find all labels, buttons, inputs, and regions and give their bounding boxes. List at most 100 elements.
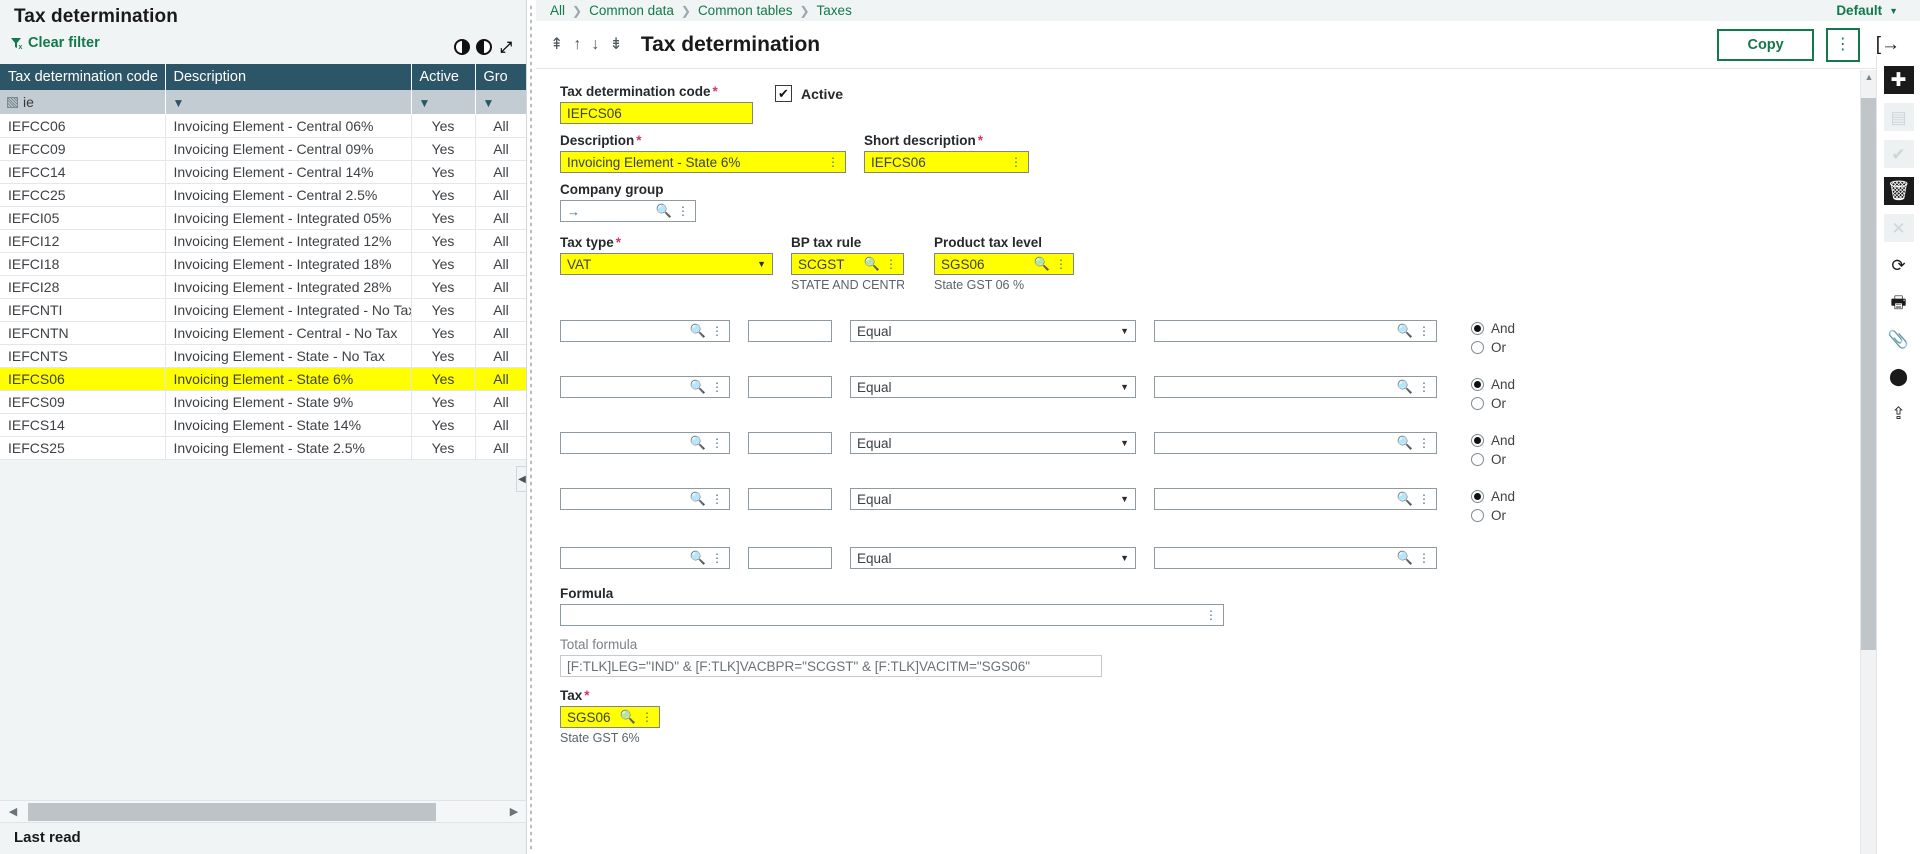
search-icon[interactable]: 🔍	[1397, 550, 1413, 566]
kebab-icon[interactable]: ⋮	[711, 325, 723, 337]
hscroll-track[interactable]	[26, 802, 501, 821]
column-header-group[interactable]: Gro	[475, 64, 526, 90]
search-icon[interactable]: 🔍	[1397, 323, 1413, 339]
table-row[interactable]: IEFCS14 Invoicing Element - State 14% Yes A…	[0, 413, 526, 437]
scroll-up-arrow[interactable]: ▲	[1861, 72, 1877, 82]
condition-value-input[interactable]: 🔍 ⋮	[1154, 488, 1437, 510]
table-row[interactable]: IEFCC14 Invoicing Element - Central 14% Ye…	[0, 160, 526, 184]
kebab-icon[interactable]: ⋮	[711, 381, 723, 393]
table-row[interactable]: IEFCNTN Invoicing Element - Central - No …	[0, 321, 526, 345]
condition-value-input[interactable]: 🔍 ⋮	[1154, 432, 1437, 454]
chevron-down-icon[interactable]: ▼	[1120, 553, 1129, 563]
next-record-icon[interactable]	[475, 39, 492, 55]
product-tax-level-input[interactable]: SGS06 🔍 ⋮	[934, 253, 1074, 275]
previous-record-icon[interactable]: ↑	[573, 36, 581, 53]
breadcrumb-item-common-tables[interactable]: Common tables	[698, 3, 793, 18]
kebab-icon[interactable]: ⋮	[1010, 156, 1022, 168]
kebab-icon[interactable]: ⋮	[1205, 609, 1217, 621]
comment-icon[interactable]: ⬤	[1884, 362, 1914, 390]
condition-field-input[interactable]: 🔍 ⋮	[560, 320, 730, 342]
export-icon[interactable]: ⇪	[1884, 399, 1914, 427]
radio-or-icon[interactable]	[1471, 397, 1484, 410]
form-vertical-scrollbar[interactable]: ▲	[1860, 70, 1877, 854]
logic-option-and[interactable]: And	[1471, 433, 1515, 448]
clear-filter-button[interactable]: x Clear filter	[10, 36, 100, 51]
table-row[interactable]: IEFCNTI Invoicing Element - Integrated - …	[0, 298, 526, 322]
condition-field-input[interactable]: 🔍 ⋮	[560, 547, 730, 569]
breadcrumb-item-common-data[interactable]: Common data	[589, 3, 674, 18]
logic-option-and[interactable]: And	[1471, 489, 1515, 504]
expand-panel-icon[interactable]: ⤢	[500, 40, 512, 55]
attach-icon[interactable]: 📎	[1884, 325, 1914, 353]
search-icon[interactable]: 🔍	[690, 379, 706, 395]
kebab-icon[interactable]: ⋮	[641, 711, 653, 723]
table-row[interactable]: IEFCC25 Invoicing Element - Central 2.5% Y…	[0, 183, 526, 207]
view-selector[interactable]: Default ▼	[1836, 3, 1898, 18]
kebab-icon[interactable]: ⋮	[1418, 381, 1430, 393]
search-icon[interactable]: 🔍	[864, 256, 880, 272]
table-row[interactable]: IEFCI18 Invoicing Element - Integrated 18…	[0, 252, 526, 276]
active-checkbox[interactable]: ✔	[775, 85, 792, 102]
table-row[interactable]: IEFCS25 Invoicing Element - State 2.5% Yes…	[0, 436, 526, 460]
filter-cell-group[interactable]: ▼	[475, 90, 526, 115]
kebab-icon[interactable]: ⋮	[1055, 258, 1067, 270]
kebab-icon[interactable]: ⋮	[885, 258, 897, 270]
search-icon[interactable]: 🔍	[690, 323, 706, 339]
bp-tax-rule-input[interactable]: SCGST 🔍 ⋮	[791, 253, 904, 275]
condition-operand-input[interactable]	[748, 432, 832, 454]
kebab-icon[interactable]: ⋮	[1418, 437, 1430, 449]
chevron-down-icon[interactable]: ▼	[1120, 326, 1129, 336]
logic-option-and[interactable]: And	[1471, 321, 1515, 336]
copy-button[interactable]: Copy	[1717, 28, 1814, 61]
chevron-down-icon[interactable]: ▼	[757, 259, 766, 269]
panel-splitter[interactable]	[527, 0, 536, 854]
new-icon[interactable]: ✚	[1883, 66, 1914, 94]
radio-or-icon[interactable]	[1471, 341, 1484, 354]
table-row[interactable]: IEFCI12 Invoicing Element - Integrated 12…	[0, 229, 526, 253]
table-row[interactable]: IEFCS06 Invoicing Element - State 6% Yes Al…	[0, 367, 526, 391]
breadcrumb-item-all[interactable]: All	[550, 3, 565, 18]
search-icon[interactable]: 🔍	[1034, 256, 1050, 272]
filter-cell-code[interactable]: ie	[0, 90, 166, 115]
condition-value-input[interactable]: 🔍 ⋮	[1154, 547, 1437, 569]
kebab-icon[interactable]: ⋮	[711, 552, 723, 564]
search-icon[interactable]: 🔍	[1397, 379, 1413, 395]
logic-option-or[interactable]: Or	[1471, 340, 1515, 355]
condition-field-input[interactable]: 🔍 ⋮	[560, 432, 730, 454]
search-icon[interactable]: 🔍	[656, 203, 672, 219]
table-row[interactable]: IEFCS09 Invoicing Element - State 9% Yes Al…	[0, 390, 526, 414]
previous-record-icon[interactable]	[453, 39, 470, 55]
radio-and-icon[interactable]	[1471, 434, 1484, 447]
search-icon[interactable]: 🔍	[690, 550, 706, 566]
first-record-icon[interactable]: ⇞	[550, 36, 563, 53]
condition-field-input[interactable]: 🔍 ⋮	[560, 488, 730, 510]
refresh-icon[interactable]: ⟳	[1884, 251, 1914, 279]
tax-determination-code-input[interactable]: IEFCS06	[560, 102, 753, 124]
condition-operand-input[interactable]	[748, 376, 832, 398]
vscroll-thumb[interactable]	[1861, 98, 1877, 650]
scroll-right-arrow[interactable]: ▶	[501, 805, 526, 818]
next-record-icon[interactable]: ↓	[591, 36, 599, 53]
radio-and-icon[interactable]	[1471, 322, 1484, 335]
search-icon[interactable]: 🔍	[620, 709, 636, 725]
condition-operator-select[interactable]: Equal ▼	[850, 376, 1136, 398]
tax-input[interactable]: SGS06 🔍 ⋮	[560, 706, 660, 728]
scroll-left-arrow[interactable]: ◀	[0, 805, 26, 818]
kebab-icon[interactable]: ⋮	[1418, 552, 1430, 564]
radio-or-icon[interactable]	[1471, 509, 1484, 522]
radio-and-icon[interactable]	[1471, 490, 1484, 503]
table-row[interactable]: IEFCC06 Invoicing Element - Central 06% Ye…	[0, 114, 526, 138]
chevron-down-icon[interactable]: ▼	[1120, 438, 1129, 448]
condition-operator-select[interactable]: Equal ▼	[850, 547, 1136, 569]
chevron-down-icon[interactable]: ▼	[1120, 382, 1129, 392]
filter-cell-active[interactable]: ▼	[411, 90, 476, 115]
tax-type-select[interactable]: VAT ▼	[560, 253, 773, 275]
logic-option-or[interactable]: Or	[1471, 508, 1515, 523]
collapse-list-panel-handle[interactable]: ◀	[516, 466, 526, 492]
exit-icon[interactable]: [→	[1876, 34, 1900, 56]
short-description-input[interactable]: IEFCS06 ⋮	[864, 151, 1029, 173]
description-input[interactable]: Invoicing Element - State 6% ⋮	[560, 151, 846, 173]
last-record-icon[interactable]: ⇟	[609, 36, 622, 53]
condition-operator-select[interactable]: Equal ▼	[850, 320, 1136, 342]
column-header-active[interactable]: Active	[411, 64, 476, 90]
